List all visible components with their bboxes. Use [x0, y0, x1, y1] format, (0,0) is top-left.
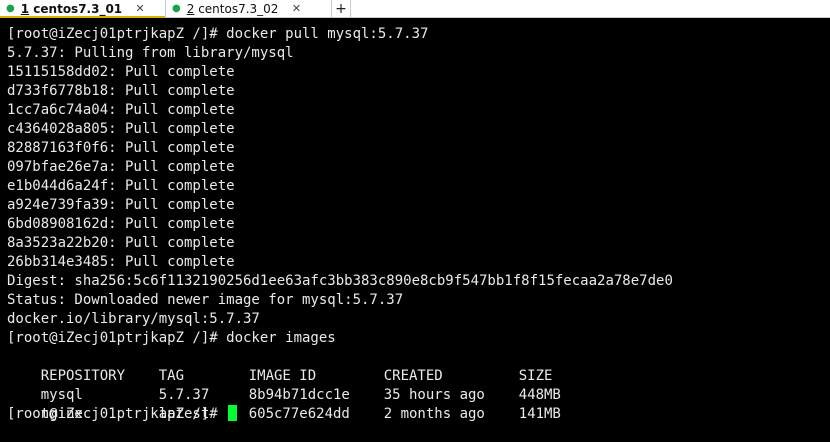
header-image-id: IMAGE ID: [248, 368, 317, 384]
tab-number: 2: [186, 1, 195, 16]
cell-size: 448MB: [518, 387, 561, 403]
shell-prompt: [root@iZecj01ptrjkapZ /]#: [7, 406, 227, 422]
connected-status-icon: ●: [6, 2, 15, 14]
tab-centos7-3-01[interactable]: ● 1 centos7.3_01 ✕: [0, 0, 166, 18]
terminal-line: [root@iZecj01ptrjkapZ /]# docker pull my…: [7, 26, 429, 42]
cell-size: 141MB: [518, 406, 561, 422]
terminal-line: 15115158dd02: Pull complete: [7, 64, 235, 80]
cell-image-id: 605c77e624dd: [248, 406, 350, 422]
connected-status-icon: ●: [172, 2, 181, 14]
tab-number: 1: [20, 1, 30, 16]
header-tag: TAG: [158, 368, 185, 384]
tab-bar: ● 1 centos7.3_01 ✕ ● 2 centos7.3_02 ✕ +: [0, 0, 830, 18]
terminal-line: 8a3523a22b20: Pull complete: [7, 235, 235, 251]
cell-repository: mysql: [40, 387, 83, 403]
text-cursor: [228, 405, 238, 421]
tab-name: centos7.3_01: [33, 1, 123, 16]
terminal-line: 6bd08908162d: Pull complete: [7, 216, 235, 232]
header-size: SIZE: [518, 368, 553, 384]
terminal-line: 1cc7a6c74a04: Pull complete: [7, 102, 235, 118]
close-icon[interactable]: ✕: [290, 2, 302, 15]
terminal-line: 5.7.37: Pulling from library/mysql: [7, 45, 294, 61]
tab-label: 2 centos7.3_02: [187, 2, 279, 16]
header-created: CREATED: [383, 368, 443, 384]
cell-image-id: 8b94b71dcc1e: [248, 387, 350, 403]
terminal-line: 097bfae26e7a: Pull complete: [7, 159, 235, 175]
terminal-line: d733f6778b18: Pull complete: [7, 83, 235, 99]
cell-created: 2 months ago: [383, 406, 485, 422]
cell-created: 35 hours ago: [383, 387, 485, 403]
terminal-line: docker.io/library/mysql:5.7.37: [7, 311, 260, 327]
terminal-line: [root@iZecj01ptrjkapZ /]# docker images: [7, 330, 336, 346]
terminal-line: e1b044d6a24f: Pull complete: [7, 178, 235, 194]
terminal-line: 82887163f0f6: Pull complete: [7, 140, 235, 156]
images-table-header: REPOSITORY TAG IMAGE ID CREATED SIZE: [7, 348, 830, 384]
terminal-line: a924e739fa39: Pull complete: [7, 197, 235, 213]
terminal-output[interactable]: [root@iZecj01ptrjkapZ /]# docker pull my…: [0, 18, 830, 442]
new-tab-button[interactable]: +: [332, 0, 351, 17]
terminal-line: Digest: sha256:5c6f1132190256d1ee63afc3b…: [7, 273, 673, 289]
terminal-line: Status: Downloaded newer image for mysql…: [7, 292, 404, 308]
tab-name: centos7.3_02: [198, 1, 279, 16]
tab-label: 1 centos7.3_01: [21, 2, 122, 16]
tab-centos7-3-02[interactable]: ● 2 centos7.3_02 ✕: [166, 0, 332, 17]
terminal-line: 26bb314e3485: Pull complete: [7, 254, 235, 270]
header-repository: REPOSITORY: [40, 368, 126, 384]
cell-tag: 5.7.37: [158, 387, 210, 403]
close-icon[interactable]: ✕: [134, 2, 146, 15]
terminal-line: c4364028a805: Pull complete: [7, 121, 235, 137]
